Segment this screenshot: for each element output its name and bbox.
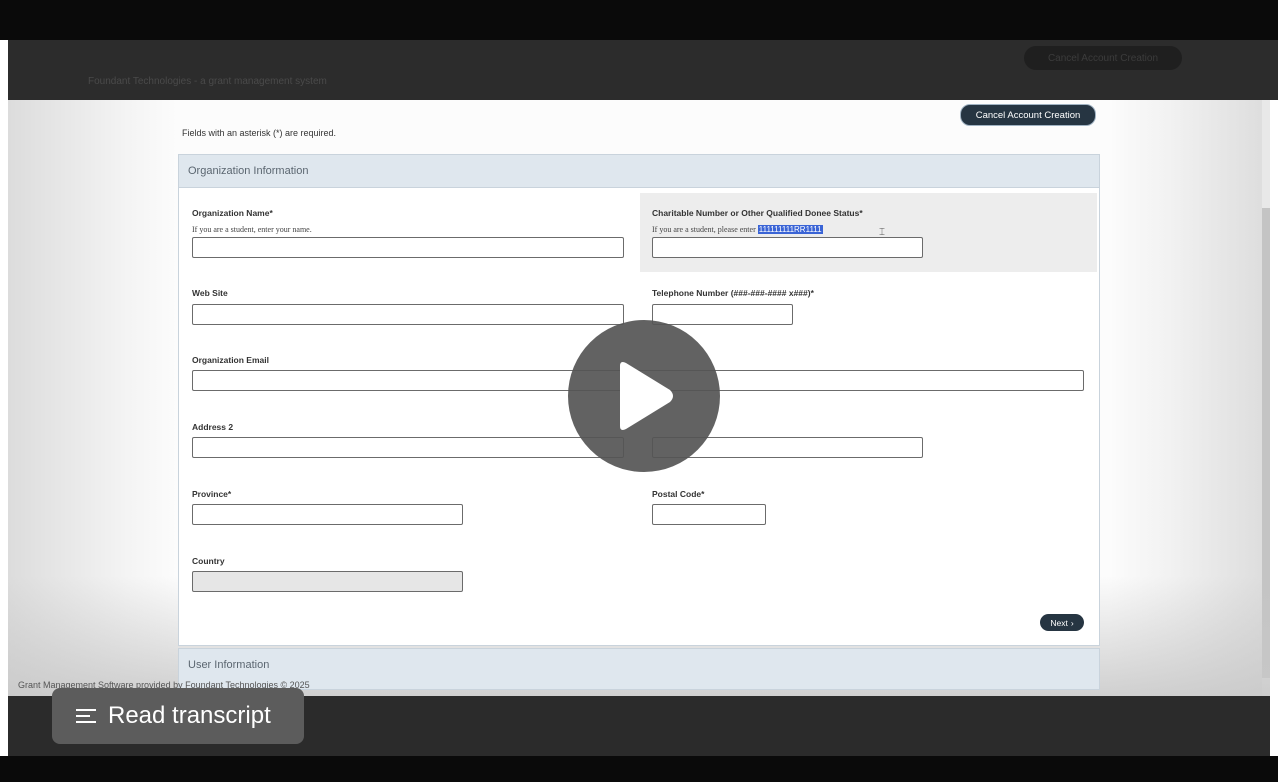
ghost-cancel-button: Cancel Account Creation [1024, 46, 1182, 70]
country-select[interactable] [192, 571, 463, 592]
province-label: Province* [192, 489, 232, 499]
section-title[interactable]: User Information [179, 649, 1099, 681]
address2-input[interactable] [192, 437, 624, 458]
scrollbar-thumb[interactable] [1262, 208, 1270, 678]
section-title[interactable]: Organization Information [179, 155, 1099, 188]
lines-icon [76, 709, 96, 723]
org-name-help: If you are a student, enter your name. [192, 225, 312, 234]
organization-name-input[interactable] [192, 237, 624, 258]
charitable-number-input[interactable] [652, 237, 923, 258]
country-label: Country [192, 556, 225, 566]
scrollbar[interactable] [1262, 100, 1270, 696]
telephone-label: Telephone Number (###-###-#### x###)* [652, 288, 814, 298]
ghost-header-text: Foundant Technologies - a grant manageme… [88, 76, 327, 87]
selected-example-text: 111111111RR1111 [757, 225, 823, 234]
address2-label: Address 2 [192, 422, 234, 432]
org-email-label: Organization Email [192, 355, 269, 365]
chevron-right-icon: › [1070, 617, 1074, 628]
required-fields-note: Fields with an asterisk (*) are required… [182, 128, 337, 138]
user-information-section: User Information [178, 648, 1100, 690]
cancel-account-creation-button[interactable]: Cancel Account Creation [960, 104, 1096, 126]
charitable-help-text: If you are a student, please enter [652, 225, 756, 234]
transcript-label: Read transcript [108, 702, 271, 729]
charitable-number-help: If you are a student, please enter 11111… [652, 225, 823, 234]
org-name-label: Organization Name* [192, 208, 273, 218]
charitable-number-label: Charitable Number or Other Qualified Don… [652, 208, 863, 218]
video-bottom-bar [0, 756, 1278, 782]
next-label: Next [1050, 617, 1068, 628]
video-top-bar [0, 0, 1278, 40]
play-button[interactable] [568, 320, 720, 472]
play-icon [620, 362, 673, 430]
telephone-input[interactable] [652, 304, 793, 325]
website-label: Web Site [192, 288, 228, 298]
province-input[interactable] [192, 504, 463, 525]
postal-code-input[interactable] [652, 504, 766, 525]
website-input[interactable] [192, 304, 624, 325]
postal-code-label: Postal Code* [652, 489, 705, 499]
read-transcript-button[interactable]: Read transcript [52, 688, 304, 744]
next-button[interactable]: Next › [1040, 614, 1084, 631]
